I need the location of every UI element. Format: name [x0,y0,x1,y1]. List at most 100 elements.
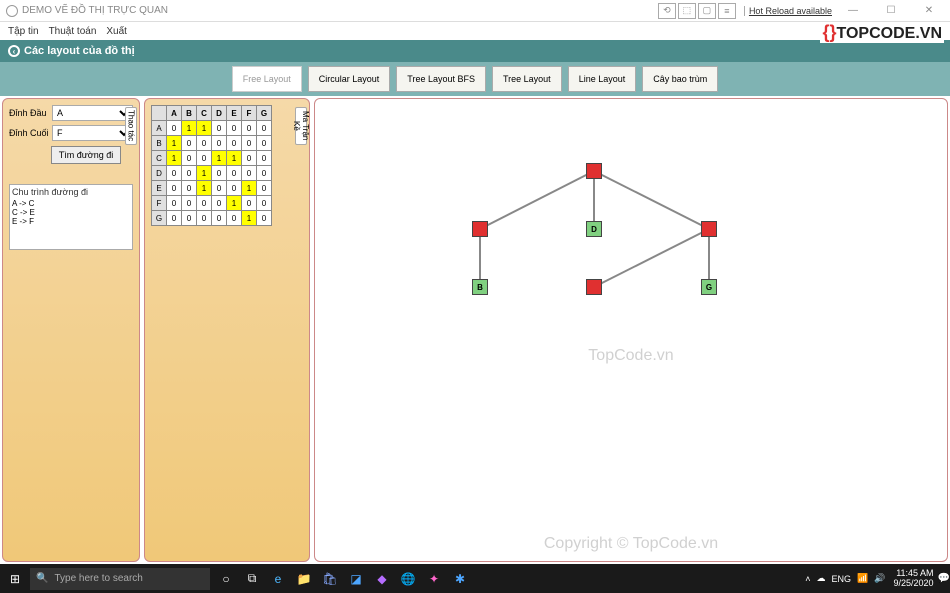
path-result-box: Chu trình đường đi A -> CC -> EE -> F [9,184,133,250]
matrix-cell: 1 [197,181,212,196]
graph-edge [480,171,594,229]
matrix-cell: 0 [227,121,242,136]
find-path-button[interactable]: Tìm đường đi [51,146,121,164]
matrix-cell: 0 [197,196,212,211]
layout-spanning-button[interactable]: Cây bao trùm [642,66,718,92]
graph-node-E[interactable] [701,221,717,237]
brand-logo: {}TOPCODE.VN [820,22,944,43]
matrix-cell: 0 [257,151,272,166]
store-icon[interactable]: 🛍 [318,568,342,590]
hot-reload-link[interactable]: Hot Reload available [744,6,832,16]
taskbar-search[interactable]: 🔍 Type here to search [30,568,210,590]
collapse-icon[interactable]: ‹ [8,45,20,57]
matrix-cell: 0 [257,211,272,226]
menu-file[interactable]: Tập tin [8,26,39,37]
app-icon-2[interactable]: ✱ [448,568,472,590]
app-icon [6,5,18,17]
window-title: DEMO VẼ ĐỒ THỊ TRỰC QUAN [22,5,168,16]
taskbar: ⊞ 🔍 Type here to search ○ ⧉ e 📁 🛍 ◪ ◆ 🌐 … [0,564,950,593]
notification-icon[interactable]: 💬 [938,573,950,584]
system-tray[interactable]: ˄ ☁ ENG 📶 🔊 [797,573,893,584]
matrix-cell: 1 [197,166,212,181]
tray-up-icon[interactable]: ˄ [805,574,810,584]
matrix-cell: 1 [197,121,212,136]
close-button[interactable]: ✕ [914,5,944,16]
graph-node-B[interactable]: B [472,279,488,295]
graph-node-F[interactable] [586,279,602,295]
menu-algorithm[interactable]: Thuật toán [49,26,97,37]
start-select[interactable]: A [52,105,133,121]
matrix-cell: 0 [257,166,272,181]
content-area: Thao tác Đỉnh Đầu A Đỉnh Cuối F Tìm đườn… [0,96,950,564]
layout-circular-button[interactable]: Circular Layout [308,66,391,92]
matrix-cell: 1 [167,151,182,166]
left-side-tab[interactable]: Thao tác [125,107,137,145]
layout-tree-button[interactable]: Tree Layout [492,66,562,92]
section-title: Các layout của đồ thị [24,45,135,57]
graph-edge [594,171,709,229]
matrix-cell: 1 [227,151,242,166]
vs-icon[interactable]: ◆ [370,568,394,590]
chrome-icon[interactable]: 🌐 [396,568,420,590]
matrix-cell: 0 [167,166,182,181]
matrix-cell: 0 [227,181,242,196]
tray-cloud-icon[interactable]: ☁ [817,573,826,584]
matrix-cell: 0 [242,136,257,151]
path-line: A -> C [12,199,130,208]
matrix-cell: 0 [257,181,272,196]
graph-node-C[interactable] [586,163,602,179]
matrix-cell: 0 [227,211,242,226]
vs-debug-toolbar[interactable]: ⟲⬚▢≡ [658,3,736,19]
edge-icon[interactable]: e [266,568,290,590]
layout-treebfs-button[interactable]: Tree Layout BFS [396,66,486,92]
matrix-cell: 0 [227,166,242,181]
matrix-cell: 0 [212,166,227,181]
matrix-cell: 1 [182,121,197,136]
matrix-cell: 0 [242,196,257,211]
end-select[interactable]: F [52,125,133,141]
section-header: ‹ Các layout của đồ thị [0,40,950,62]
menu-export[interactable]: Xuất [106,26,127,37]
tray-sound-icon[interactable]: 🔊 [874,573,885,584]
graph-node-G[interactable]: G [701,279,717,295]
matrix-cell: 1 [167,136,182,151]
matrix-row-header: A [152,121,167,136]
menubar: Tập tin Thuật toán Xuất [0,22,950,40]
path-title: Chu trình đường đi [12,187,130,197]
tray-wifi-icon[interactable]: 📶 [857,573,868,584]
path-line: C -> E [12,208,130,217]
left-panel: Thao tác Đỉnh Đầu A Đỉnh Cuối F Tìm đườn… [2,98,140,562]
matrix-cell: 1 [227,196,242,211]
matrix-row-header: F [152,196,167,211]
minimize-button[interactable]: — [838,5,868,16]
layout-line-button[interactable]: Line Layout [568,66,637,92]
app-icon-1[interactable]: ✦ [422,568,446,590]
taskbar-clock[interactable]: 11:45 AM 9/25/2020 [894,569,938,589]
matrix-cell: 0 [257,196,272,211]
explorer-icon[interactable]: 📁 [292,568,316,590]
matrix-cell: 0 [182,151,197,166]
graph-canvas[interactable]: D B G [315,99,947,561]
vscode-icon[interactable]: ◪ [344,568,368,590]
matrix-header: D [212,106,227,121]
matrix-header: E [227,106,242,121]
cortana-icon[interactable]: ○ [214,568,238,590]
layout-toolbar: Free Layout Circular Layout Tree Layout … [0,62,950,96]
matrix-cell: 0 [182,136,197,151]
graph-node-D[interactable]: D [586,221,602,237]
matrix-row-header: E [152,181,167,196]
taskview-icon[interactable]: ⧉ [240,568,264,590]
matrix-side-tab[interactable]: Ma Trận Kề [295,107,307,145]
taskbar-apps: ○ ⧉ e 📁 🛍 ◪ ◆ 🌐 ✦ ✱ [210,568,476,590]
start-button[interactable]: ⊞ [0,572,30,586]
matrix-cell: 0 [242,166,257,181]
layout-free-button[interactable]: Free Layout [232,66,302,92]
maximize-button[interactable]: ☐ [876,5,906,16]
matrix-cell: 1 [242,211,257,226]
tray-lang[interactable]: ENG [832,574,852,584]
graph-panel: DBG TopCode.vn Copyright © TopCode.vn [314,98,948,562]
matrix-header: C [197,106,212,121]
matrix-cell: 0 [167,181,182,196]
graph-node-A[interactable] [472,221,488,237]
path-line: E -> F [12,217,130,226]
